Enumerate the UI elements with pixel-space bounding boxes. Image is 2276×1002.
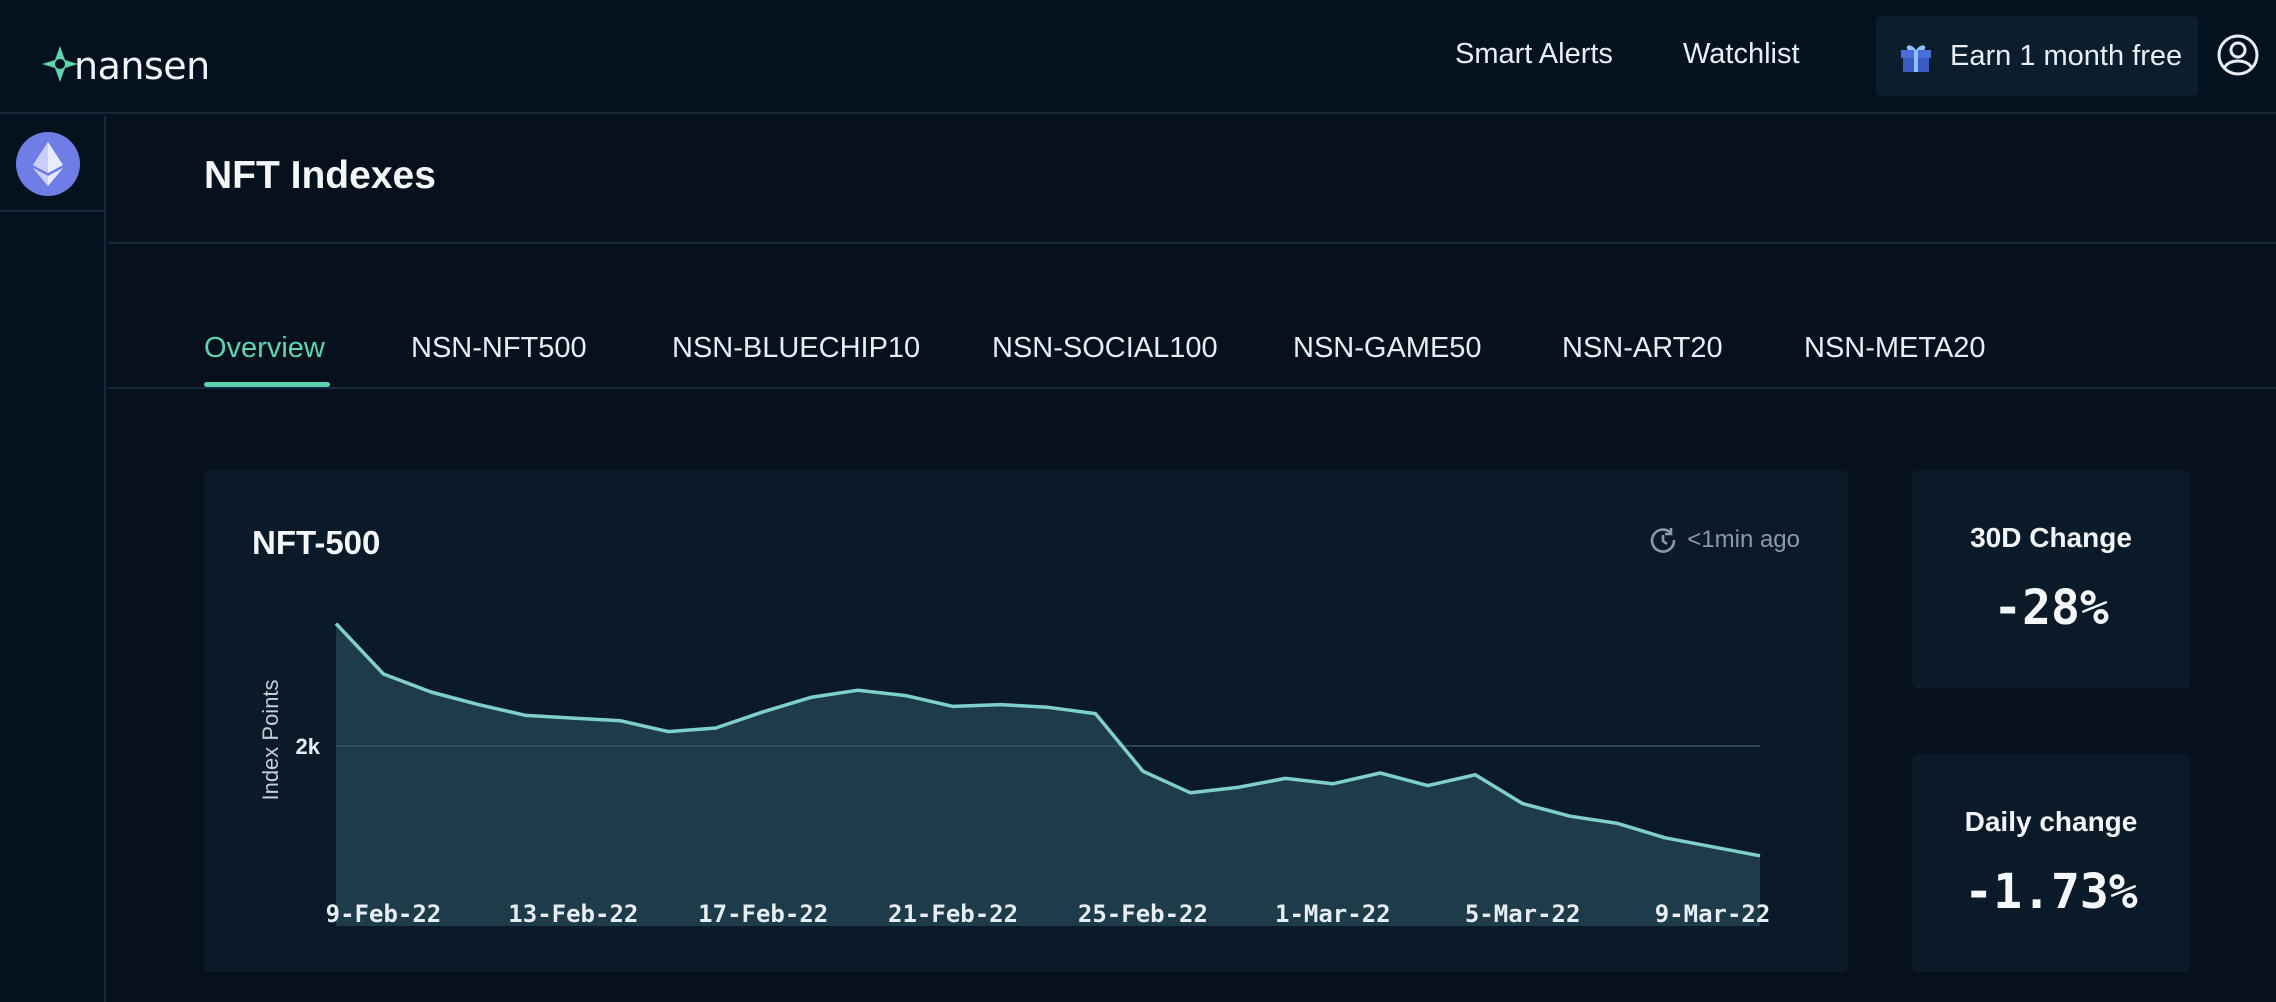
thirty-day-change-label: 30D Change (1970, 522, 2132, 553)
tab-nsn-art20[interactable]: NSN-ART20 (1562, 332, 1723, 365)
ethereum-diamond-icon (33, 142, 63, 186)
thirty-day-change-card: 30D Change -28% (1912, 470, 2190, 688)
nft-500-chart-card: NFT-500 <1min ago Index Points 2k 9-Feb-2… (204, 470, 1848, 972)
daily-change-card: Daily change -1.73% (1912, 754, 2190, 972)
page-header: NFT Indexes (108, 116, 2276, 244)
smart-alerts-link[interactable]: Smart Alerts (1455, 38, 1613, 71)
daily-change-label: Daily change (1964, 806, 2138, 837)
watchlist-link[interactable]: Watchlist (1683, 38, 1800, 71)
tab-nsn-bluechip10[interactable]: NSN-BLUECHIP10 (672, 332, 920, 365)
earn-free-month-button[interactable]: Earn 1 month free (1876, 16, 2198, 96)
thirty-day-change-value: -28% (1993, 580, 2109, 636)
earn-label: Earn 1 month free (1950, 39, 2183, 72)
x-tick-label: 21-Feb-22 (888, 900, 1018, 928)
tab-nsn-social100[interactable]: NSN-SOCIAL100 (992, 332, 1218, 365)
x-tick-label: 9-Feb-22 (326, 900, 442, 928)
chain-sidebar (0, 116, 106, 1002)
x-tick-label: 25-Feb-22 (1078, 900, 1208, 928)
active-tab-indicator (204, 382, 330, 387)
x-tick-label: 1-Mar-22 (1275, 900, 1391, 928)
x-tick-label: 9-Mar-22 (1655, 900, 1771, 928)
daily-change-value: -1.73% (1964, 864, 2138, 920)
ethereum-icon[interactable] (16, 132, 80, 196)
index-area-chart[interactable]: Index Points 2k 9-Feb-22 13-Feb-22 17-Feb-2… (204, 470, 1848, 972)
top-bar: nansen Smart Alerts Watchlist Earn 1 mon… (0, 0, 2276, 114)
x-tick-label: 13-Feb-22 (508, 900, 638, 928)
gift-icon (1901, 45, 1931, 72)
chain-selector (0, 116, 104, 212)
tab-nsn-nft500[interactable]: NSN-NFT500 (411, 332, 587, 365)
user-profile-icon[interactable] (2216, 33, 2260, 77)
logo-wordmark: nansen (74, 44, 210, 88)
plot-area: 2k 9-Feb-22 13-Feb-22 17-Feb-22 21-Feb-22 25-… (296, 622, 1771, 928)
tab-overview[interactable]: Overview (204, 332, 325, 365)
y-tick-label: 2k (296, 734, 321, 759)
index-tabs: Overview NSN-NFT500 NSN-BLUECHIP10 NSN-S… (108, 244, 2276, 389)
tab-nsn-meta20[interactable]: NSN-META20 (1804, 332, 1986, 365)
series-area-fill (336, 623, 1760, 926)
nansen-logo[interactable]: nansen (40, 28, 210, 88)
y-axis-label: Index Points (258, 679, 283, 800)
page-title: NFT Indexes (204, 154, 436, 197)
tab-nsn-game50[interactable]: NSN-GAME50 (1293, 332, 1482, 365)
x-tick-label: 17-Feb-22 (698, 900, 828, 928)
x-tick-label: 5-Mar-22 (1465, 900, 1581, 928)
